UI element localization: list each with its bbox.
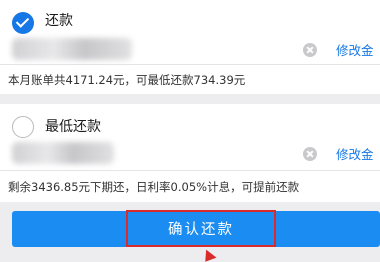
edit-amount-link[interactable]: 修改金 [336, 40, 374, 59]
option-label-full: 还款 [45, 13, 73, 29]
confirm-repay-label[interactable]: 确认还款 [126, 210, 276, 247]
empty-circle-icon[interactable] [12, 116, 34, 138]
option-card-full[interactable]: 还款 修改金 本月账单共4171.24元，可最低还款734.39元 [0, 0, 380, 94]
clear-icon[interactable] [303, 43, 317, 57]
clear-icon[interactable] [303, 147, 317, 161]
amount-input-blurred[interactable] [12, 38, 132, 60]
check-circle-icon[interactable] [12, 12, 34, 34]
minimum-hint-text: 剩余3436.85元下期还，日利率0.05%计息，可提前还款 [8, 180, 300, 194]
option-label-minimum: 最低还款 [45, 119, 101, 135]
option-card-minimum[interactable]: 最低还款 修改金 剩余3436.85元下期还，日利率0.05%计息，可提前还款 [0, 104, 380, 202]
amount-input-blurred[interactable] [12, 142, 114, 164]
divider [0, 64, 380, 65]
divider [0, 170, 380, 171]
edit-amount-link[interactable]: 修改金 [336, 144, 374, 163]
bill-hint-text: 本月账单共4171.24元，可最低还款734.39元 [8, 73, 246, 87]
